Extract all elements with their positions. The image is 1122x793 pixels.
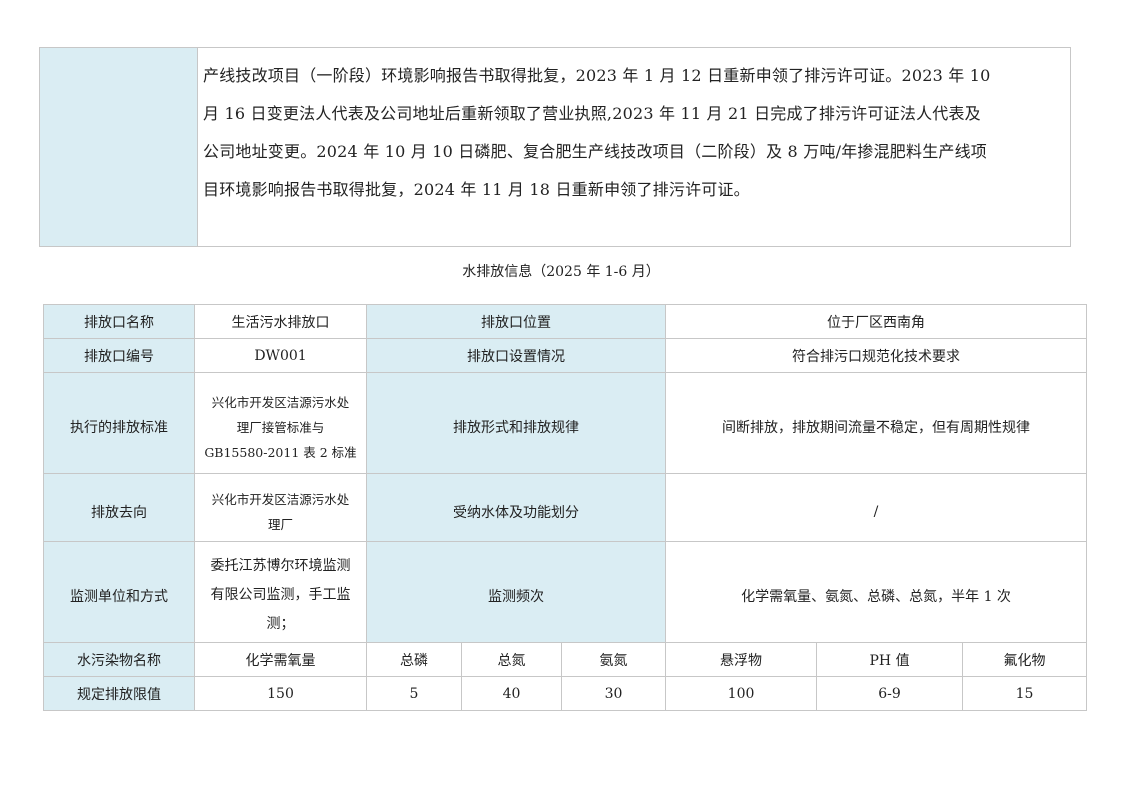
description-line: 月 16 日变更法人代表及公司地址后重新领取了营业执照,2023 年 11 月 … — [203, 104, 981, 123]
receiving-water-value: / — [665, 473, 1088, 542]
outlet-setup-label: 排放口设置情况 — [365, 338, 667, 373]
pollutant-name-label: 水污染物名称 — [43, 642, 195, 677]
table-row: 排放口名称 生活污水排放口 排放口位置 位于厂区西南角 — [43, 304, 1088, 339]
outlet-number-label: 排放口编号 — [43, 338, 195, 373]
standard-label: 执行的排放标准 — [43, 372, 195, 474]
receiving-water-value-text: / — [873, 503, 879, 520]
limit-value-cell: 30 — [560, 676, 667, 711]
destination-value-line: 理厂 — [267, 516, 293, 532]
monitoring-label-text: 监测单位和方式 — [70, 589, 168, 605]
limit-value-cell: 40 — [461, 676, 562, 711]
table-row: 规定排放限值 150 5 40 30 100 6-9 15 — [43, 676, 1088, 711]
description-box: 产线技改项目（一阶段）环境影响报告书取得批复，2023 年 1 月 12 日重新… — [39, 47, 1071, 247]
pollutant-name-cell: 总磷 — [366, 642, 462, 677]
description-line: 公司地址变更。2024 年 10 月 10 日磷肥、复合肥生产线技改项目（二阶段… — [203, 142, 988, 161]
limit-value-cell: 150 — [194, 676, 367, 711]
receiving-water-label-text: 受纳水体及功能划分 — [453, 504, 580, 521]
description-text-cell: 产线技改项目（一阶段）环境影响报告书取得批复，2023 年 1 月 12 日重新… — [198, 48, 1070, 246]
destination-label: 排放去向 — [43, 473, 195, 542]
discharge-form-value: 间断排放，排放期间流量不稳定，但有周期性规律 — [665, 372, 1088, 474]
pollutant-name-cell: 氨氮 — [560, 642, 667, 677]
discharge-form-label-text: 排放形式和排放规律 — [453, 420, 580, 436]
destination-label-text: 排放去向 — [91, 504, 147, 521]
monitoring-frequency-value: 化学需氧量、氨氮、总磷、总氮，半年 1 次 — [665, 541, 1088, 643]
limit-value-cell: 15 — [962, 676, 1088, 711]
limit-label: 规定排放限值 — [43, 676, 195, 711]
description-label-cell — [40, 48, 198, 246]
pollutant-name-cell: 悬浮物 — [665, 642, 818, 677]
pollutant-name-cell: 氟化物 — [962, 642, 1088, 677]
pollutant-name-cell: PH 值 — [816, 642, 964, 677]
monitoring-frequency-label: 监测频次 — [365, 541, 667, 643]
discharge-form-label: 排放形式和排放规律 — [365, 372, 667, 474]
monitoring-value-line: 委托江苏博尔环境监测 — [210, 557, 351, 574]
outlet-name-value: 生活污水排放口 — [194, 304, 367, 339]
monitoring-label: 监测单位和方式 — [43, 541, 195, 643]
standard-value-line: 兴化市开发区洁源污水处 — [211, 394, 350, 410]
table-row: 水污染物名称 化学需氧量 总磷 总氮 氨氮 悬浮物 PH 值 氟化物 — [43, 642, 1088, 677]
pollutant-name-cell: 总氮 — [461, 642, 562, 677]
monitoring-value-line: 测； — [266, 615, 295, 632]
monitoring-value: 委托江苏博尔环境监测 有限公司监测，手工监 测； — [194, 541, 367, 643]
description-line: 目环境影响报告书取得批复，2024 年 11 月 18 日重新申领了排污许可证。 — [203, 180, 750, 199]
limit-value-cell: 100 — [665, 676, 818, 711]
outlet-number-value: DW001 — [194, 338, 367, 373]
destination-value: 兴化市开发区洁源污水处 理厂 — [194, 473, 367, 542]
monitoring-frequency-value-text: 化学需氧量、氨氮、总磷、总氮，半年 1 次 — [741, 589, 1011, 605]
section-title: 水排放信息（2025 年 1-6 月） — [462, 264, 660, 280]
standard-value-line: GB15580-2011 表 2 标准 — [204, 444, 357, 460]
limit-value-cell: 5 — [366, 676, 462, 711]
monitoring-value-line: 有限公司监测，手工监 — [210, 586, 351, 603]
standard-label-text: 执行的排放标准 — [70, 420, 168, 436]
water-discharge-table: 排放口名称 生活污水排放口 排放口位置 位于厂区西南角 排放口编号 DW001 … — [43, 304, 1088, 711]
limit-value-cell: 6-9 — [816, 676, 964, 711]
table-row: 排放去向 兴化市开发区洁源污水处 理厂 受纳水体及功能划分 / — [43, 473, 1088, 542]
description-line: 产线技改项目（一阶段）环境影响报告书取得批复，2023 年 1 月 12 日重新… — [203, 66, 991, 85]
monitoring-frequency-label-text: 监测频次 — [488, 589, 545, 605]
pollutant-name-cell: 化学需氧量 — [194, 642, 367, 677]
discharge-form-value-text: 间断排放，排放期间流量不稳定，但有周期性规律 — [722, 420, 1031, 436]
outlet-setup-value: 符合排污口规范化技术要求 — [665, 338, 1088, 373]
table-row: 监测单位和方式 委托江苏博尔环境监测 有限公司监测，手工监 测； 监测频次 化学… — [43, 541, 1088, 643]
standard-value: 兴化市开发区洁源污水处 理厂接管标准与 GB15580-2011 表 2 标准 — [194, 372, 367, 474]
table-row: 执行的排放标准 兴化市开发区洁源污水处 理厂接管标准与 GB15580-2011… — [43, 372, 1088, 474]
receiving-water-label: 受纳水体及功能划分 — [365, 473, 667, 542]
destination-value-line: 兴化市开发区洁源污水处 — [211, 491, 350, 507]
table-row: 排放口编号 DW001 排放口设置情况 符合排污口规范化技术要求 — [43, 338, 1088, 373]
standard-value-line: 理厂接管标准与 — [236, 419, 325, 435]
outlet-location-label: 排放口位置 — [365, 304, 667, 339]
outlet-name-label: 排放口名称 — [43, 304, 195, 339]
outlet-location-value: 位于厂区西南角 — [665, 304, 1088, 339]
